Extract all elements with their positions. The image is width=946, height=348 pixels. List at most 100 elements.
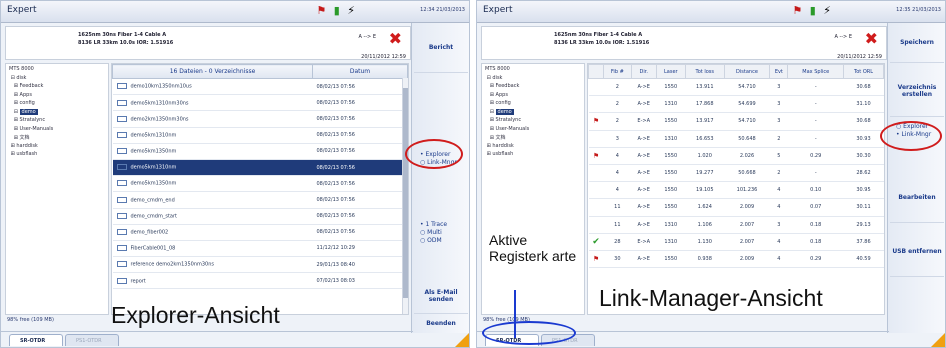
tree-item[interactable]: ⊞ User-Manuals (485, 126, 581, 135)
table-row-selected[interactable]: demo5km1310nm 08/02/13 07:56 (112, 159, 408, 177)
table-row[interactable]: demo_cmdm_end 08/02/13 07:56 (112, 191, 408, 209)
date-col-header[interactable]: Datum (312, 64, 408, 79)
file-icon (116, 212, 127, 219)
table-row[interactable]: 4 A->E 1550 19.105 101.236 4 0.10 30.95 (588, 181, 884, 200)
link-cell: 1550 (656, 164, 686, 183)
tree-item[interactable]: ⊞ Stratalync (485, 117, 581, 126)
tree-item[interactable]: ⊞ User-Manuals (9, 126, 105, 135)
free-space: 98% free (109 MB) (7, 317, 54, 323)
file-name-cell: demo10km1350nm10us (112, 78, 313, 96)
file-icon (116, 164, 127, 171)
status-cell (588, 216, 604, 234)
link-col-header[interactable]: Evt (769, 64, 789, 79)
tree-item[interactable]: ⊞ Feedback (485, 83, 581, 92)
table-row[interactable]: 2 A->E 1550 13.911 54.710 3-30.68 (588, 78, 884, 97)
link-cell: 50.668 (724, 164, 770, 183)
table-row[interactable]: demo10km1350nm10us 08/02/13 07:56 (112, 78, 408, 96)
link-table: Fib # Dir. Laser Tot loss Distance Evt Max Spl… (587, 64, 884, 269)
status-cell (588, 78, 604, 97)
close-icon[interactable]: ✖ (865, 29, 878, 48)
corner-indicator (931, 333, 945, 347)
link-col-header[interactable]: Max Splice (787, 64, 845, 79)
link-col-header[interactable]: Fib # (603, 64, 632, 79)
tree-item[interactable]: ⊞ Apps (9, 92, 105, 101)
email-button[interactable]: Als E-Mail senden (414, 278, 468, 314)
table-row[interactable]: demo5km1310nm30ns 08/02/13 07:56 (112, 94, 408, 112)
tab-ps1-otdr[interactable]: PS1-OTDR (65, 334, 119, 346)
link-col-header[interactable] (587, 64, 605, 79)
table-row[interactable]: report 07/02/13 08:03 (112, 272, 408, 290)
table-row[interactable]: ⚑ 30 A->E 1550 0.938 2.009 4 0.29 40.59 (588, 250, 884, 269)
tree-item-selected[interactable]: ⊟ demo (485, 108, 581, 118)
edit-button[interactable]: Bearbeiten (890, 173, 944, 223)
table-row[interactable]: demo5km1350nm 08/02/13 07:56 (112, 175, 408, 193)
link-col-header[interactable]: Laser (655, 64, 686, 79)
link-col-header[interactable]: Distance (723, 64, 771, 79)
link-cell: 1550 (656, 181, 686, 200)
report-button[interactable]: Bericht (414, 23, 468, 73)
link-col-header[interactable]: Tot ORL (843, 64, 884, 79)
exit-button[interactable]: Beenden (414, 315, 468, 331)
link-cell: 1550 (656, 147, 686, 165)
explorer-panel: Expert ⚑ ▮ ⚡ 12:34 21/03/2013 1625nm 30n… (0, 0, 470, 348)
table-row[interactable]: 11 A->E 1550 1.624 2.009 4 0.07 30.11 (588, 198, 884, 217)
battery-icon: ▮ (333, 4, 340, 17)
tree-item[interactable]: ⊞ Apps (485, 92, 581, 101)
folder-tree[interactable]: MTS 8000 ⊟ disk ⊞ Feedback ⊞ Apps ⊞ conf… (5, 63, 109, 315)
file-date-cell: 08/02/13 07:56 (312, 224, 408, 241)
table-row[interactable]: reference demo2km1350nm30ns 29/01/13 08:4… (112, 256, 408, 274)
tree-item[interactable]: ⊞ config (9, 100, 105, 109)
table-row[interactable]: ⚑ 2 E->A 1550 13.917 54.710 3-30.68 (588, 112, 884, 131)
usb-eject-button[interactable]: USB entfernen (890, 227, 944, 277)
table-row[interactable]: 2 A->E 1310 17.868 54.699 3-31.10 (588, 95, 884, 114)
table-row[interactable]: ✔ 28 E->A 1310 1.130 2.007 4 0.18 37.86 (588, 233, 884, 251)
trace-mode-option[interactable]: • 1 Trace ○ Multi ○ ODM (420, 221, 447, 245)
table-row[interactable]: demo5km1310nm 08/02/13 07:56 (112, 127, 408, 144)
link-col-header[interactable]: Dir. (630, 64, 657, 79)
tree-item[interactable]: ⊞ 文档 (9, 134, 105, 143)
scrollbar-thumb[interactable] (403, 88, 408, 298)
tree-item-selected[interactable]: ⊟ demo (9, 108, 105, 118)
tree-item[interactable]: ⊞ harddisk (485, 143, 581, 152)
tree-item[interactable]: ⊞ usbflash (9, 151, 105, 160)
tree-item[interactable]: ⊟ disk (485, 75, 581, 84)
trace-info-line2: 8136 LR 33km 10.0s IOR: 1.51916 (78, 40, 174, 46)
folder-tree[interactable]: MTS 8000 ⊟ disk ⊞ Feedback ⊞ Apps ⊞ conf… (481, 63, 585, 315)
link-cell: A->E (631, 198, 657, 217)
tree-item[interactable]: MTS 8000 (485, 66, 581, 75)
plug-icon: ⚡ (347, 4, 355, 17)
table-row[interactable]: 11 A->E 1310 1.106 2.007 3 0.18 29.13 (588, 216, 884, 234)
file-col-header[interactable]: 16 Dateien - 0 Verzeichnisse (112, 64, 313, 79)
app-title: Expert (7, 5, 37, 15)
link-cell: 1550 (656, 250, 686, 269)
tree-item[interactable]: ⊞ 文档 (485, 134, 581, 143)
table-row[interactable]: ⚑ 4 A->E 1550 1.020 2.026 5 0.29 30.30 (588, 147, 884, 165)
table-row[interactable]: 4 A->E 1550 19.277 50.668 2-28.62 (588, 164, 884, 183)
tree-item[interactable]: MTS 8000 (9, 66, 105, 75)
tree-item[interactable]: ⊞ harddisk (9, 143, 105, 152)
link-col-header[interactable]: Tot loss (684, 64, 725, 79)
tree-item[interactable]: ⊞ config (485, 100, 581, 109)
table-row[interactable]: demo5km1350nm 08/02/13 07:56 (112, 143, 408, 160)
link-cell: 1.130 (685, 233, 725, 251)
direction-label: A --> E (834, 34, 852, 40)
status-cell (588, 181, 604, 200)
create-folder-button[interactable]: Verzeichnis erstellen (890, 65, 944, 117)
save-button[interactable]: Speichern (890, 23, 944, 63)
table-row[interactable]: demo2km1350nm30ns 08/02/13 07:56 (112, 110, 408, 128)
tree-item[interactable]: ⊟ disk (9, 75, 105, 84)
tree-item[interactable]: ⊞ usbflash (485, 151, 581, 160)
table-row[interactable]: 3 A->E 1310 16.653 50.648 2-30.93 (588, 130, 884, 148)
scrollbar[interactable] (402, 78, 408, 314)
link-cell: 0.10 (787, 181, 844, 200)
tree-item[interactable]: ⊞ Stratalync (9, 117, 105, 126)
table-row[interactable]: FiberCable001_08 11/12/12 10:29 (112, 240, 408, 258)
table-row[interactable]: demo_fiber002 08/02/13 07:56 (112, 224, 408, 241)
close-icon[interactable]: ✖ (389, 29, 402, 48)
link-cell: 3 (769, 95, 788, 114)
tab-sr-otdr[interactable]: SR-OTDR (9, 334, 63, 346)
table-row[interactable]: demo_cmdm_start 08/02/13 07:56 (112, 208, 408, 225)
top-bar: Expert ⚑ ▮ ⚡ 12:34 21/03/2013 (1, 1, 469, 23)
status-cell: ⚑ (588, 147, 604, 165)
tree-item[interactable]: ⊞ Feedback (9, 83, 105, 92)
